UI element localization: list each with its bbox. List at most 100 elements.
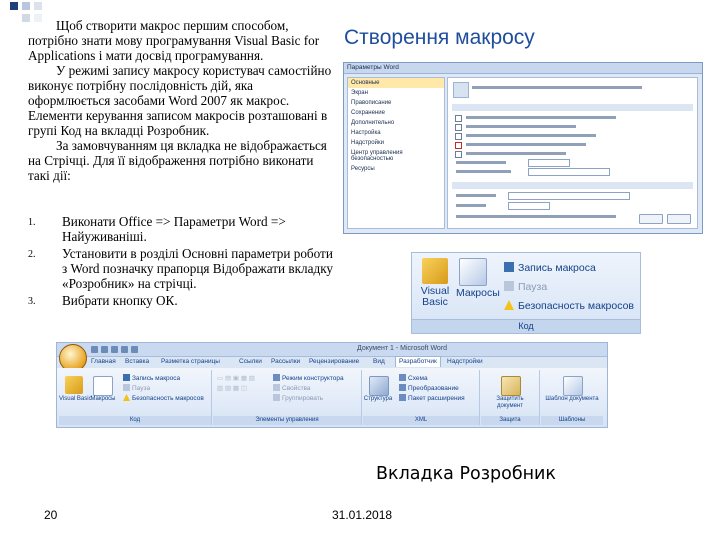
transform-icon	[399, 384, 406, 391]
ribbon-group-code: Visual Basic Макросы Запись макроса Пауз…	[59, 370, 212, 425]
macros-button[interactable]: Макросы	[456, 258, 500, 299]
word-options-dialog: Параметры Word Основные Экран Правописан…	[343, 62, 703, 234]
document-template-label: Шаблон документа	[545, 396, 599, 402]
ok-button[interactable]	[639, 214, 663, 224]
macro-security-button[interactable]: Безопасность макросов	[123, 394, 204, 402]
combo-field[interactable]	[528, 168, 610, 176]
tab-review[interactable]: Рецензирование	[309, 357, 359, 367]
macro-security-label: Безопасность макросов	[132, 395, 204, 402]
tab-developer[interactable]: Разработчик	[395, 356, 441, 367]
checkbox[interactable]	[455, 115, 462, 122]
nav-item-display[interactable]: Экран	[348, 88, 444, 98]
checkbox[interactable]	[455, 124, 462, 131]
save-icon[interactable]	[91, 346, 98, 353]
ribbon-tabs: Главная Вставка Разметка страницы Ссылки…	[87, 356, 607, 367]
nav-item-advanced[interactable]: Дополнительно	[348, 118, 444, 128]
ribbon-group-protect: Защитить документ Защита	[481, 370, 540, 425]
control-icons-row: ▥ ▨ ▩ ◫	[217, 385, 247, 392]
checkbox[interactable]	[455, 151, 462, 158]
tab-addins[interactable]: Надстройки	[447, 357, 483, 367]
warning-icon	[504, 300, 514, 310]
step-text: Установити в розділі Основні параметри р…	[62, 246, 334, 291]
group-label: Код	[59, 416, 211, 425]
transform-button[interactable]: Преобразование	[399, 384, 459, 392]
cancel-button[interactable]	[667, 214, 691, 224]
tab-home[interactable]: Главная	[91, 357, 116, 367]
pause-label: Пауза	[132, 385, 151, 392]
expansion-pack-label: Пакет расширения	[408, 395, 465, 402]
warning-icon	[123, 394, 130, 401]
text-line	[466, 143, 586, 146]
pause-button[interactable]: Пауза	[123, 384, 150, 392]
tab-insert[interactable]: Вставка	[125, 357, 149, 367]
macros-icon	[459, 258, 487, 286]
structure-label: Структура	[363, 396, 393, 402]
text-field[interactable]	[508, 202, 550, 210]
text-field[interactable]	[508, 192, 630, 200]
new-icon[interactable]	[121, 346, 128, 353]
visual-basic-icon[interactable]	[65, 376, 83, 394]
step-number: 1.	[28, 217, 36, 228]
steps-list: 1. Виконати Office => Параметри Word => …	[28, 214, 338, 310]
intro-text: Щоб створити макрос першим способом, пот…	[28, 18, 336, 183]
nav-item-basic[interactable]: Основные	[348, 78, 444, 88]
nav-item-save[interactable]: Сохранение	[348, 108, 444, 118]
nav-item-addins[interactable]: Надстройки	[348, 138, 444, 148]
show-developer-tab-checkbox[interactable]	[455, 142, 462, 149]
step-number: 3.	[28, 296, 36, 307]
macro-security-button[interactable]: Безопасность макросов	[504, 300, 634, 312]
ribbon-body: Visual Basic Макросы Запись макроса Пауз…	[57, 368, 607, 427]
record-macro-icon	[504, 262, 514, 272]
properties-icon	[273, 384, 280, 391]
text-line	[466, 125, 576, 128]
ribbon-group-xml: Структура Схема Преобразование Пакет рас…	[363, 370, 480, 425]
macros-icon[interactable]	[93, 376, 113, 396]
control-icons-row: ▭ ▤ ▣ ▦ ▧	[217, 375, 255, 382]
group-icon	[273, 394, 280, 401]
visual-basic-button[interactable]: Visual Basic	[418, 258, 452, 308]
checkbox[interactable]	[455, 133, 462, 140]
combo-field[interactable]	[528, 159, 570, 167]
properties-label: Свойства	[282, 385, 311, 392]
group-label: Элементы управления	[213, 416, 361, 425]
record-macro-button[interactable]: Запись макроса	[123, 374, 180, 382]
group-label: XML	[363, 416, 479, 425]
text-line	[456, 170, 511, 173]
ribbon: Документ 1 - Microsoft Word Главная Вста…	[56, 342, 608, 428]
pause-button[interactable]: Пауза	[504, 281, 547, 293]
redo-icon[interactable]	[111, 346, 118, 353]
record-macro-label: Запись макроса	[132, 375, 181, 382]
design-mode-button[interactable]: Режим конструктора	[273, 374, 344, 382]
window-title: Документ 1 - Microsoft Word	[357, 345, 448, 352]
tab-view[interactable]: Вид	[373, 357, 385, 367]
dialog-nav: Основные Экран Правописание Сохранение Д…	[347, 77, 445, 229]
open-icon[interactable]	[131, 346, 138, 353]
macro-security-label: Безопасность макросов	[518, 300, 635, 312]
nav-item-proofing[interactable]: Правописание	[348, 98, 444, 108]
tab-references[interactable]: Ссылки	[239, 357, 262, 367]
tab-page-layout[interactable]: Разметка страницы	[161, 357, 220, 367]
nav-item-trust-center[interactable]: Центр управления безопасностью	[348, 148, 444, 164]
design-mode-label: Режим конструктора	[282, 375, 344, 382]
record-macro-button[interactable]: Запись макроса	[504, 262, 596, 274]
properties-button[interactable]: Свойства	[273, 384, 311, 392]
tab-mailings[interactable]: Рассылки	[271, 357, 300, 367]
visual-basic-icon	[422, 258, 448, 284]
step-text: Виконати Office => Параметри Word => Най…	[62, 214, 286, 244]
code-group-panel: Visual Basic Макросы Запись макроса Пауз…	[411, 252, 641, 334]
dialog-main-panel	[447, 77, 698, 229]
structure-icon[interactable]	[369, 376, 389, 396]
schema-button[interactable]: Схема	[399, 374, 428, 382]
nav-item-resources[interactable]: Ресурсы	[348, 164, 444, 174]
undo-icon[interactable]	[101, 346, 108, 353]
list-item: 1. Виконати Office => Параметри Word => …	[28, 214, 338, 244]
group-button[interactable]: Группировать	[273, 394, 323, 402]
step-number: 2.	[28, 249, 36, 260]
expansion-pack-button[interactable]: Пакет расширения	[399, 394, 465, 402]
nav-item-customize[interactable]: Настройка	[348, 128, 444, 138]
intro-paragraph-2: У режимі запису макросу користувач самос…	[28, 63, 332, 138]
visual-basic-label: Visual Basic	[59, 396, 92, 402]
protect-document-icon[interactable]	[501, 376, 521, 396]
document-template-icon[interactable]	[563, 376, 583, 396]
figure-caption: Вкладка Розробник	[376, 464, 556, 484]
